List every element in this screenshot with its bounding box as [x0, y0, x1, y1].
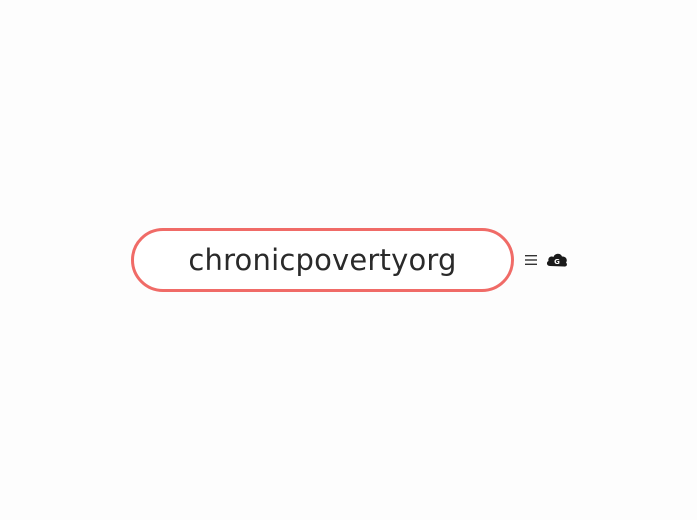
hamburger-menu-icon[interactable]: [523, 252, 539, 268]
root-node[interactable]: chronicpovertyorg: [131, 228, 514, 292]
cloud-badge-letter: G: [554, 258, 560, 266]
root-node-label: chronicpovertyorg: [188, 243, 457, 277]
cloud-g-icon[interactable]: G: [545, 250, 569, 270]
mindmap-canvas: chronicpovertyorg G: [0, 0, 697, 520]
node-controls: G: [523, 248, 569, 272]
